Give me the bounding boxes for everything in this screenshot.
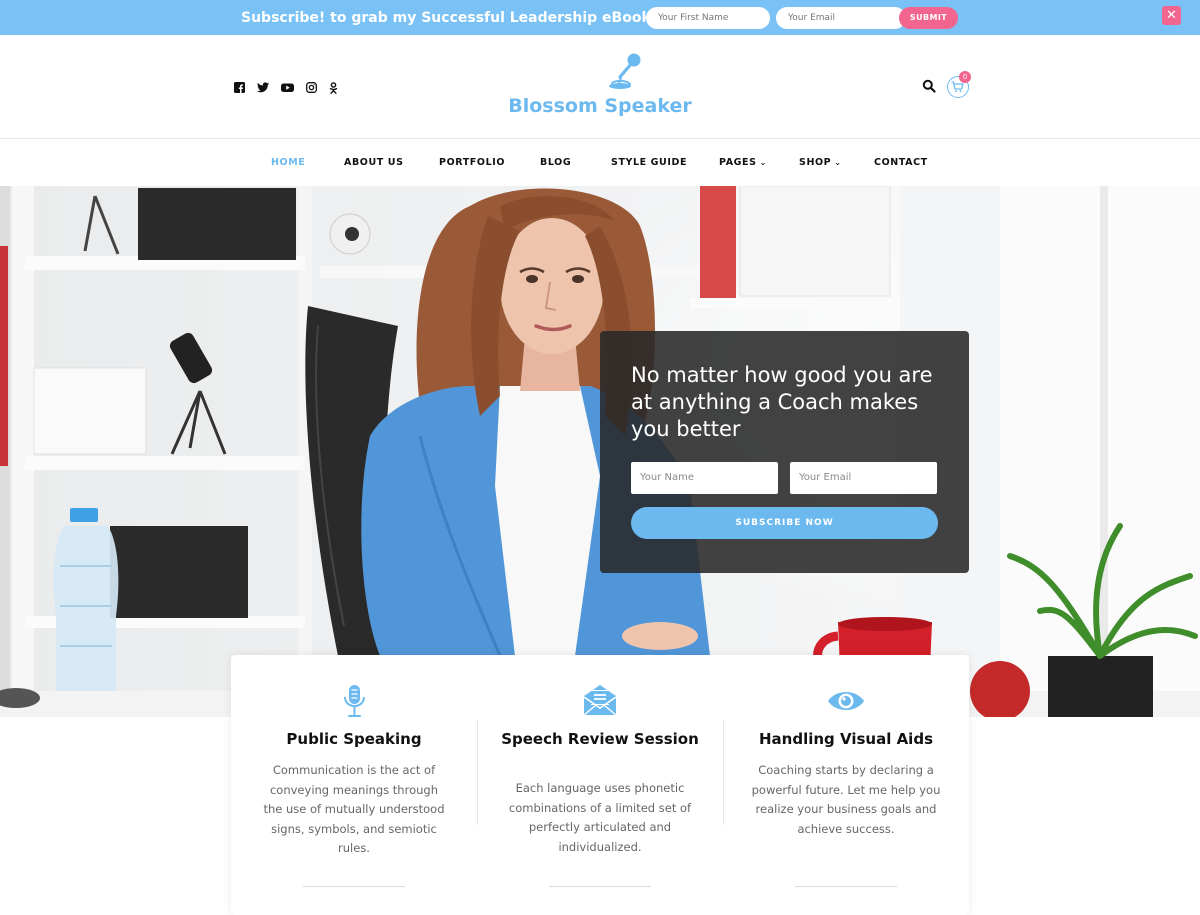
subscribe-now-button[interactable]: SUBSCRIBE NOW xyxy=(631,507,938,539)
twitter-icon[interactable] xyxy=(257,82,269,93)
service-description: Each language uses phonetic combinations… xyxy=(508,781,692,854)
nav-item-label: STYLE GUIDE xyxy=(611,157,688,168)
email-input[interactable]: Your Email xyxy=(776,7,906,29)
service-title: Handling Visual Aids xyxy=(758,730,933,748)
nav-item-contact[interactable]: CONTACT xyxy=(874,157,928,168)
subscribe-bar: Subscribe! to grab my Successful Leaders… xyxy=(0,0,1200,35)
nav-item-portfolio[interactable]: PORTFOLIO xyxy=(439,157,505,168)
nav-item-label: ABOUT US xyxy=(344,157,404,168)
nav-item-about-us[interactable]: ABOUT US xyxy=(344,157,404,168)
service-card: Handling Visual Aids Coaching starts by … xyxy=(723,655,969,915)
nav-item-label: CONTACT xyxy=(874,157,928,168)
first-name-input[interactable]: Your First Name xyxy=(646,7,770,29)
hero-subscribe-card: No matter how good you are at anything a… xyxy=(600,331,969,573)
service-title: Speech Review Session xyxy=(501,730,699,748)
nav-item-home[interactable]: HOME xyxy=(271,157,305,168)
service-divider xyxy=(795,886,897,887)
service-divider xyxy=(303,886,405,887)
cart-icon xyxy=(951,81,964,93)
nav-item-shop[interactable]: SHOP ⌄ xyxy=(799,157,842,168)
mail-icon xyxy=(583,685,617,716)
site-title[interactable]: Blossom Speaker xyxy=(0,95,1200,117)
chevron-down-icon: ⌄ xyxy=(759,158,767,167)
nav-item-label: BLOG xyxy=(540,157,572,168)
nav-item-style-guide[interactable]: STYLE GUIDE xyxy=(611,157,687,168)
service-card: Speech Review Session Each language uses… xyxy=(477,655,723,915)
hero-title: No matter how good you are at anything a… xyxy=(631,363,933,441)
subscribe-bar-text: Subscribe! to grab my Successful Leaders… xyxy=(241,10,658,26)
service-description: Coaching starts by declaring a powerful … xyxy=(751,763,941,836)
nav-item-label: PAGES xyxy=(719,157,757,168)
site-header: Blossom Speaker 0 xyxy=(0,35,1200,139)
service-card: Public Speaking Communication is the act… xyxy=(231,655,477,915)
nav-item-label: HOME xyxy=(271,157,306,168)
service-divider xyxy=(549,886,651,887)
odnoklassniki-icon[interactable] xyxy=(329,82,338,94)
close-icon[interactable]: ✕ xyxy=(1162,6,1181,25)
eye-icon xyxy=(828,692,864,710)
nav-item-pages[interactable]: PAGES ⌄ xyxy=(719,157,767,168)
youtube-icon[interactable] xyxy=(281,82,294,93)
service-description: Communication is the act of conveying me… xyxy=(263,763,445,855)
microphone-icon xyxy=(344,685,365,717)
name-input[interactable]: Your Name xyxy=(631,462,778,494)
facebook-icon[interactable] xyxy=(234,82,245,93)
instagram-icon[interactable] xyxy=(306,82,317,93)
service-title: Public Speaking xyxy=(286,730,422,748)
hero-section: No matter how good you are at anything a… xyxy=(0,186,1200,717)
search-icon[interactable] xyxy=(922,79,936,93)
microphone-logo-icon xyxy=(609,53,641,89)
email-input[interactable]: Your Email xyxy=(790,462,937,494)
nav-item-label: PORTFOLIO xyxy=(439,157,506,168)
chevron-down-icon: ⌄ xyxy=(834,158,842,167)
nav-item-label: SHOP xyxy=(799,157,832,168)
social-links xyxy=(234,82,338,94)
cart-count-badge: 0 xyxy=(959,71,971,83)
main-nav: HOME ABOUT US PORTFOLIO BLOG STYLE GUIDE… xyxy=(0,139,1200,186)
nav-item-blog[interactable]: BLOG xyxy=(540,157,571,168)
submit-button[interactable]: SUBMIT xyxy=(899,7,958,29)
services-section: Public Speaking Communication is the act… xyxy=(231,655,969,915)
